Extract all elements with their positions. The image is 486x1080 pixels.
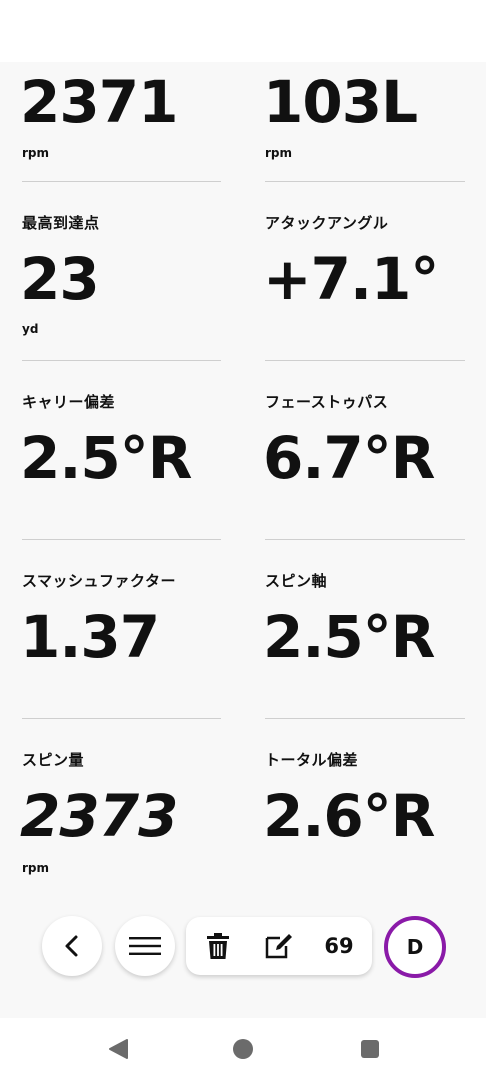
shot-metrics-panel: 2371 rpm 103L rpm 最高到達点 23 yd アタックアングル +… [0, 62, 486, 1018]
metric-value: 2.5°R [20, 424, 192, 492]
metric-value: 103L [263, 68, 418, 136]
system-nav-bar [0, 1018, 486, 1080]
chevron-left-icon [65, 935, 78, 957]
metric-value: 2371 [20, 68, 178, 136]
metric-unit: rpm [22, 861, 50, 875]
circle-home-icon [233, 1039, 253, 1059]
metric-value: +7.1° [263, 245, 439, 313]
metric-label: スマッシュファクター [22, 572, 176, 590]
shot-count: 69 [324, 934, 354, 958]
metric-value: 2373 [20, 782, 178, 850]
divider [22, 181, 221, 182]
nav-home-button[interactable] [228, 1034, 258, 1064]
metric-value: 6.7°R [263, 424, 435, 492]
metric-label: フェーストゥパス [265, 393, 389, 411]
divider [22, 718, 221, 719]
metric-unit: rpm [22, 146, 50, 160]
nav-recents-button[interactable] [355, 1034, 385, 1064]
shot-actions-pill: 69 [186, 917, 372, 975]
metric-value: 2.6°R [263, 782, 435, 850]
metric-label: スピン軸 [265, 572, 328, 590]
trash-icon [207, 933, 229, 959]
metric-value: 23 [20, 245, 100, 313]
divider [22, 360, 221, 361]
metric-unit: yd [22, 322, 39, 336]
metric-label: アタックアングル [265, 214, 389, 232]
metric-label: トータル偏差 [265, 751, 359, 769]
delete-button[interactable] [196, 917, 240, 975]
back-button[interactable] [42, 916, 102, 976]
metric-label: スピン量 [22, 751, 85, 769]
metric-value: 2.5°R [263, 603, 435, 671]
divider [265, 539, 465, 540]
status-bar-area [0, 0, 486, 62]
club-selector-button[interactable]: D [384, 916, 446, 978]
divider [22, 539, 221, 540]
triangle-back-icon [109, 1039, 128, 1059]
hamburger-menu-icon [129, 937, 161, 955]
square-recents-icon [361, 1040, 379, 1058]
edit-button[interactable] [258, 917, 302, 975]
shot-toolbar: 69 D [0, 914, 486, 978]
menu-button[interactable] [115, 916, 175, 976]
divider [265, 181, 465, 182]
nav-back-button[interactable] [103, 1034, 133, 1064]
metric-value: 1.37 [20, 603, 160, 671]
edit-icon [265, 934, 292, 959]
metric-unit: rpm [265, 146, 293, 160]
divider [265, 718, 465, 719]
metric-label: 最高到達点 [22, 214, 100, 232]
divider [265, 360, 465, 361]
metric-label: キャリー偏差 [22, 393, 116, 411]
